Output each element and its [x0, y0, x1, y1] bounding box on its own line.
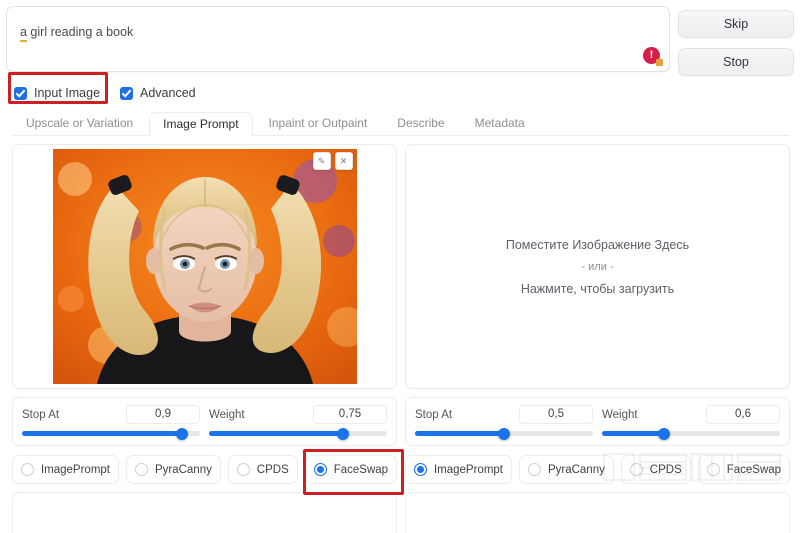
slider-card-slot-1: Stop At 0,9 Weight 0,75	[12, 397, 397, 446]
portrait-photo	[52, 149, 357, 384]
slider-thumb[interactable]	[176, 427, 189, 440]
slider-slot2-weight: Weight 0,6	[602, 405, 780, 440]
checkbox-input-image-label: Input Image	[34, 86, 101, 100]
tab-bar: Upscale or Variation Image Prompt Inpain…	[12, 110, 790, 136]
slider-thumb[interactable]	[658, 427, 671, 440]
dropzone-line-3: Нажмите, чтобы загрузить	[520, 281, 675, 296]
slider-slot1-stop-at-track[interactable]	[22, 427, 200, 440]
slider-slot2-stop-at-track[interactable]	[415, 427, 593, 440]
slider-slot1-weight-value[interactable]: 0,75	[313, 405, 387, 424]
tab-upscale-or-variation[interactable]: Upscale or Variation	[12, 111, 147, 135]
image-slot-1-dropzone[interactable]: ✎ ✕	[12, 144, 397, 389]
radio-slot1-pyracanny-label: PyraCanny	[154, 463, 212, 476]
radio-slot2-cpds[interactable]: CPDS	[620, 455, 691, 484]
slider-slot1-stop-at: Stop At 0,9	[22, 405, 200, 440]
radio-unselected-icon	[629, 463, 643, 476]
control-type-group-slot-1: ImagePrompt PyraCanny CPDS FaceSwap	[12, 455, 398, 484]
checkbox-advanced-label: Advanced	[140, 86, 196, 100]
prompt-rest-text: girl reading a book	[26, 25, 134, 39]
slider-fill	[415, 431, 504, 436]
radio-slot2-imageprompt-label: ImagePrompt	[433, 463, 503, 476]
checkbox-checked-icon	[120, 86, 134, 100]
action-buttons: Skip Stop	[678, 6, 794, 76]
slider-slot2-weight-value[interactable]: 0,6	[706, 405, 780, 424]
tab-image-prompt[interactable]: Image Prompt	[149, 112, 253, 136]
dropzone-line-2: - или -	[581, 260, 614, 273]
slider-fill	[209, 431, 343, 436]
radio-unselected-icon	[527, 463, 541, 476]
slider-slot1-weight-head: Weight 0,75	[209, 405, 387, 424]
slider-slot2-stop-at-head: Stop At 0,5	[415, 405, 593, 424]
dropzone-instructions: Поместите Изображение Здесь - или - Нажм…	[506, 234, 689, 300]
radio-slot2-pyracanny[interactable]: PyraCanny	[518, 455, 614, 484]
slider-slot2-stop-at-label: Stop At	[415, 408, 453, 421]
checkbox-advanced[interactable]: Advanced	[120, 86, 196, 100]
tab-inpaint-or-outpaint[interactable]: Inpaint or Outpaint	[255, 111, 382, 135]
skip-button[interactable]: Skip	[678, 10, 794, 38]
options-checkbox-row: Input Image Advanced	[0, 72, 800, 106]
slider-thumb[interactable]	[336, 427, 349, 440]
slider-slot2-stop-at: Stop At 0,5	[415, 405, 593, 440]
radio-slot1-faceswap[interactable]: FaceSwap	[304, 455, 398, 484]
slider-slot1-stop-at-value[interactable]: 0,9	[126, 405, 200, 424]
image-slot-2-dropzone[interactable]: Поместите Изображение Здесь - или - Нажм…	[405, 144, 790, 389]
next-slot-row	[0, 484, 800, 533]
radio-unselected-icon	[134, 463, 148, 476]
prompt-toolbar: a girl reading a book ! Skip Stop	[0, 0, 800, 76]
image-thumbnail-tools: ✎ ✕	[312, 152, 353, 170]
checkbox-input-image[interactable]: Input Image	[14, 86, 100, 100]
slider-slot1-weight-track[interactable]	[209, 427, 387, 440]
radio-slot1-imageprompt-label: ImagePrompt	[40, 463, 110, 476]
misspelled-word: a	[20, 25, 27, 42]
radio-selected-icon	[313, 463, 327, 476]
slider-fill	[602, 431, 665, 436]
warning-badge-icon[interactable]: !	[643, 47, 663, 66]
slider-slot1-stop-at-label: Stop At	[22, 408, 60, 421]
slider-slot1-stop-at-head: Stop At 0,9	[22, 405, 200, 424]
slider-card-slot-2: Stop At 0,5 Weight 0,6	[405, 397, 790, 446]
radio-slot1-cpds[interactable]: CPDS	[227, 455, 298, 484]
slider-slot2-weight-label: Weight	[602, 408, 638, 421]
radio-unselected-icon	[20, 463, 34, 476]
image-slot-row: ✎ ✕ Поместите Изображение Здесь - или - …	[0, 136, 800, 389]
uploaded-image-thumbnail[interactable]: ✎ ✕	[52, 149, 357, 384]
radio-slot2-pyracanny-label: PyraCanny	[547, 463, 605, 476]
control-type-group-slot-2: ImagePrompt PyraCanny CPDS FaceSwap	[405, 455, 791, 484]
radio-slot2-cpds-label: CPDS	[649, 463, 682, 476]
checkbox-checked-icon	[14, 86, 27, 100]
radio-unselected-icon	[236, 463, 250, 476]
slider-slot2-stop-at-value[interactable]: 0,5	[519, 405, 593, 424]
slider-row: Stop At 0,9 Weight 0,75 Stop At 0,5 Weig…	[0, 389, 800, 446]
slider-thumb[interactable]	[498, 427, 510, 440]
tab-metadata[interactable]: Metadata	[461, 111, 539, 135]
radio-slot1-pyracanny[interactable]: PyraCanny	[125, 455, 221, 484]
slider-slot2-weight-head: Weight 0,6	[602, 405, 780, 424]
radio-slot1-cpds-label: CPDS	[256, 463, 289, 476]
dropzone-line-1: Поместите Изображение Здесь	[505, 237, 690, 252]
radio-selected-icon	[413, 463, 427, 476]
radio-slot1-imageprompt[interactable]: ImagePrompt	[12, 455, 119, 484]
close-icon[interactable]: ✕	[334, 152, 353, 170]
slider-fill	[22, 431, 183, 436]
control-type-row: ImagePrompt PyraCanny CPDS FaceSwap Imag…	[0, 446, 800, 495]
slider-slot1-weight: Weight 0,75	[209, 405, 387, 440]
image-slot-1: ✎ ✕	[12, 144, 397, 389]
radio-slot2-faceswap-label: FaceSwap	[726, 463, 782, 476]
radio-slot2-faceswap[interactable]: FaceSwap	[697, 455, 791, 484]
image-slot-2: Поместите Изображение Здесь - или - Нажм…	[405, 144, 790, 389]
tab-describe[interactable]: Describe	[383, 111, 458, 135]
radio-slot2-imageprompt[interactable]: ImagePrompt	[405, 455, 512, 484]
radio-slot1-faceswap-label: FaceSwap	[333, 463, 389, 476]
pencil-icon[interactable]: ✎	[312, 152, 331, 170]
slider-slot2-weight-track[interactable]	[602, 427, 780, 440]
prompt-text: a girl reading a book	[20, 25, 134, 42]
slider-slot1-weight-label: Weight	[209, 408, 245, 421]
stop-button[interactable]: Stop	[678, 48, 794, 76]
radio-unselected-icon	[706, 463, 720, 476]
prompt-input[interactable]: a girl reading a book !	[6, 6, 670, 72]
